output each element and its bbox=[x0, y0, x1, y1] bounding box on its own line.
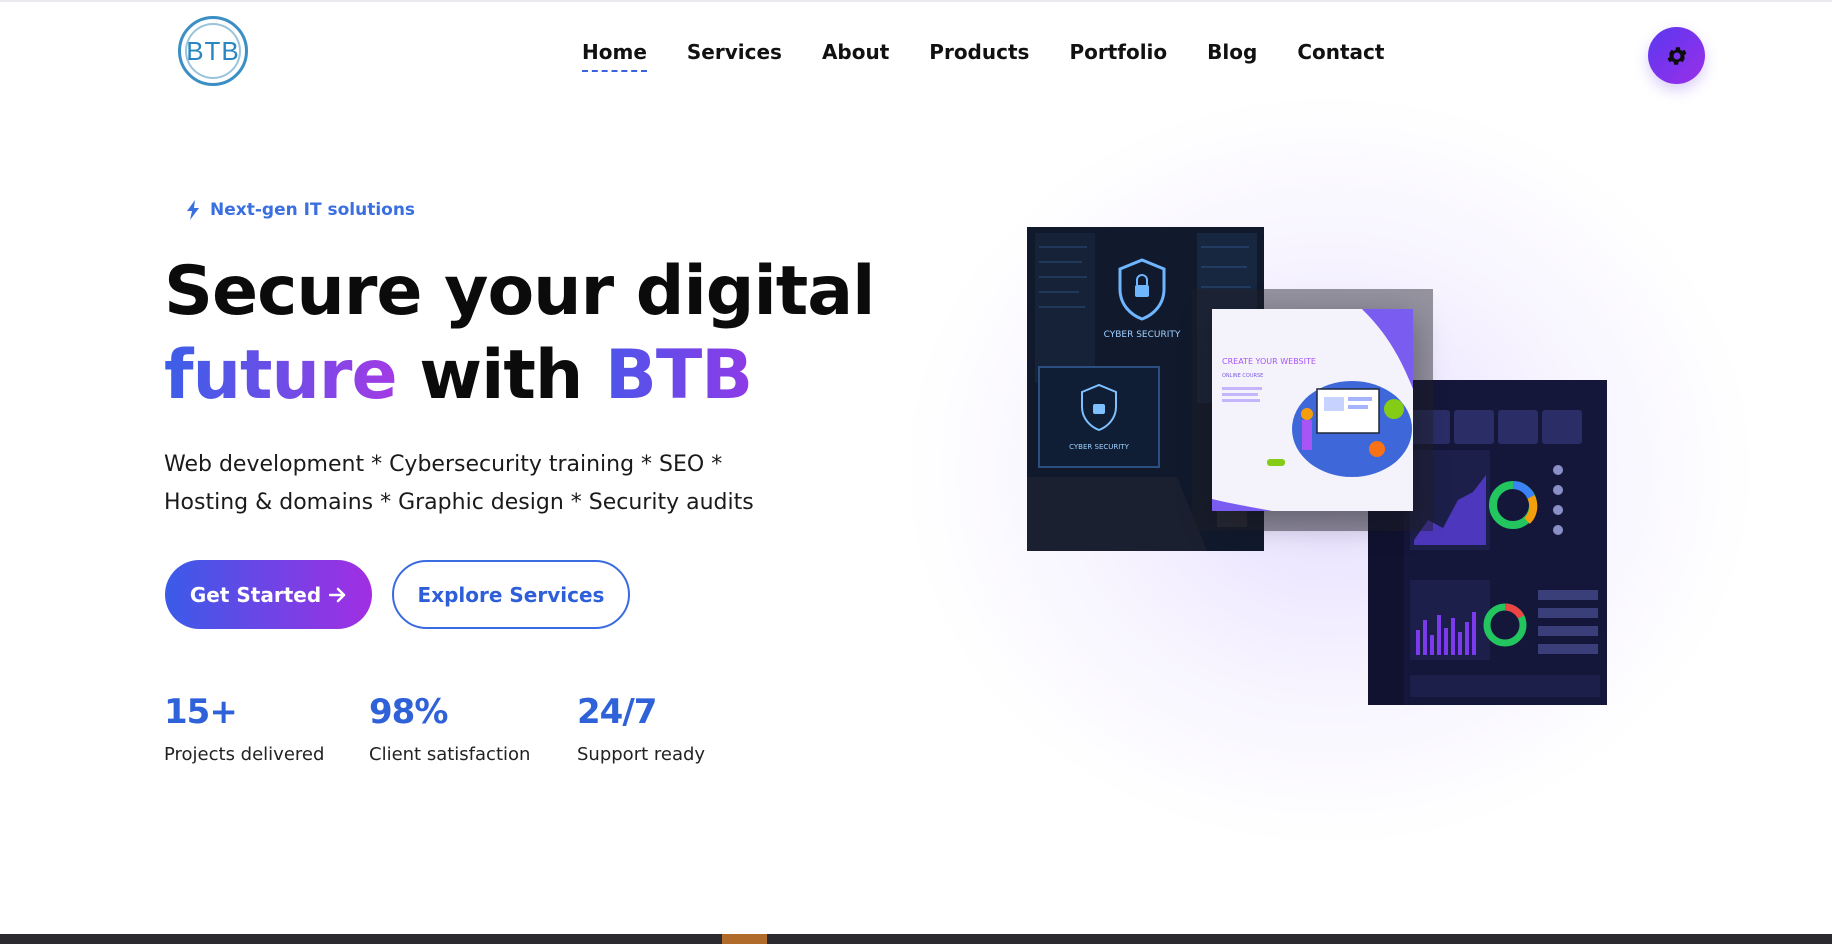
nav-item-services[interactable]: Services bbox=[687, 40, 782, 64]
hero-title-brand: BTB bbox=[605, 336, 753, 415]
arrow-right-icon bbox=[329, 587, 346, 602]
gear-icon bbox=[1667, 46, 1686, 65]
brand-logo-text: BTB bbox=[186, 35, 240, 66]
stat-label: Support ready bbox=[577, 744, 706, 765]
hero-title-line1: Secure your digital bbox=[164, 252, 875, 331]
get-started-button[interactable]: Get Started bbox=[165, 560, 372, 629]
settings-button[interactable] bbox=[1648, 27, 1705, 84]
nav-item-products[interactable]: Products bbox=[929, 40, 1029, 64]
brand-logo[interactable]: BTB bbox=[178, 16, 248, 86]
stat-projects: 15+ Projects delivered bbox=[164, 692, 324, 765]
website-course-image: CREATE YOUR WEBSITE ONLINE COURSE bbox=[1212, 309, 1413, 511]
web-course-title: CREATE YOUR WEBSITE bbox=[1222, 357, 1316, 366]
nav-item-blog[interactable]: Blog bbox=[1207, 40, 1257, 64]
hero-subtitle: Web development * Cybersecurity training… bbox=[164, 446, 804, 522]
hero-title: Secure your digital future with BTB bbox=[164, 250, 875, 418]
stat-value: 15+ bbox=[164, 692, 238, 732]
explore-services-button[interactable]: Explore Services bbox=[392, 560, 630, 629]
bolt-icon bbox=[187, 200, 199, 220]
stat-label: Client satisfaction bbox=[369, 744, 531, 765]
cyber-caption-bottom: CYBER SECURITY bbox=[1069, 443, 1129, 451]
hero-title-future: future bbox=[164, 336, 398, 415]
explore-services-label: Explore Services bbox=[417, 582, 605, 607]
hero-tag: Next-gen IT solutions bbox=[186, 200, 415, 220]
stat-value: 98% bbox=[369, 692, 448, 732]
hero-title-with: with bbox=[419, 336, 583, 415]
stat-label: Projects delivered bbox=[164, 744, 325, 765]
web-course-subtitle: ONLINE COURSE bbox=[1222, 373, 1263, 379]
main-nav: Home Services About Products Portfolio B… bbox=[582, 40, 1424, 72]
stat-value: 24/7 bbox=[577, 692, 657, 732]
website-course-illustration: CREATE YOUR WEBSITE ONLINE COURSE bbox=[1212, 309, 1413, 511]
taskbar-active-item bbox=[722, 934, 767, 944]
bottom-taskbar bbox=[0, 934, 1832, 944]
cyber-caption-top: CYBER SECURITY bbox=[1104, 330, 1181, 340]
stat-satisfaction: 98% Client satisfaction bbox=[369, 692, 530, 765]
nav-item-about[interactable]: About bbox=[822, 40, 889, 64]
stat-support: 24/7 Support ready bbox=[577, 692, 705, 765]
nav-item-home[interactable]: Home bbox=[582, 40, 647, 72]
hero-subtitle-line1: Web development * Cybersecurity training… bbox=[164, 452, 723, 477]
site-header: BTB Home Services About Products Portfol… bbox=[0, 0, 1832, 110]
hero-tag-text: Next-gen IT solutions bbox=[210, 200, 416, 220]
nav-item-portfolio[interactable]: Portfolio bbox=[1069, 40, 1167, 64]
hero-subtitle-line2: Hosting & domains * Graphic design * Sec… bbox=[164, 490, 754, 515]
get-started-label: Get Started bbox=[189, 582, 322, 607]
nav-item-contact[interactable]: Contact bbox=[1297, 40, 1384, 64]
